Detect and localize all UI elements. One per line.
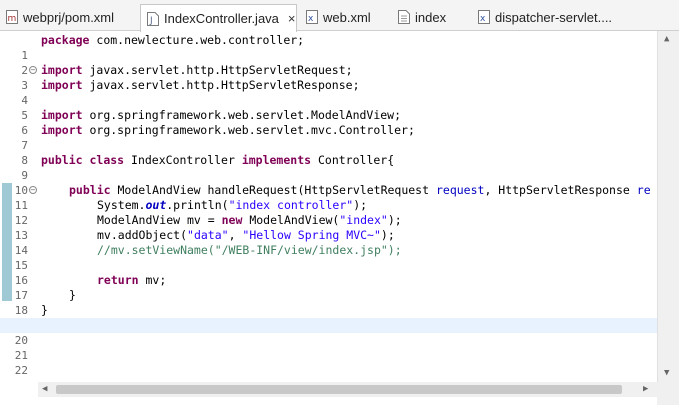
- code-line: 13 ModelAndView mv = new ModelAndView("i…: [14, 213, 402, 242]
- code-line: 15 //mv.setViewName("/WEB-INF/view/index…: [14, 243, 402, 272]
- scroll-corner: [657, 382, 679, 405]
- scroll-up-icon[interactable]: ▲: [664, 35, 669, 44]
- code-line: 1 package com.newlecture.web.controller;: [21, 33, 305, 62]
- code-line: 22: [14, 364, 28, 377]
- code-line: 4 import javax.servlet.http.HttpServletR…: [21, 78, 360, 107]
- close-tab-icon[interactable]: ×: [288, 12, 296, 25]
- svg-text:x: x: [480, 14, 486, 24]
- tab-label: webprj/pom.xml: [23, 9, 115, 25]
- fold-collapse-icon[interactable]: −: [29, 186, 37, 194]
- text-file-icon: [398, 10, 410, 24]
- maven-pom-file-icon: m: [6, 10, 18, 24]
- code-line: 6 import org.springframework.web.servlet…: [21, 108, 402, 137]
- editor-tab-bar: m webprj/pom.xml J IndexController.java …: [0, 0, 679, 32]
- code-line: 3 − import javax.servlet.http.HttpServle…: [21, 63, 353, 92]
- java-file-icon: J: [147, 11, 159, 26]
- code-line: 11 − public ModelAndView handleRequest(H…: [14, 183, 651, 212]
- scroll-left-icon[interactable]: ◀: [42, 385, 47, 394]
- vertical-scrollbar[interactable]: ▲ ▼: [657, 31, 679, 383]
- horizontal-scroll-thumb[interactable]: [56, 385, 622, 394]
- code-line: 17 return mv;: [14, 273, 167, 302]
- tab-label: IndexController.java: [164, 11, 279, 26]
- tab-label: index: [415, 9, 447, 25]
- code-line: 5: [21, 109, 28, 122]
- tab-dispatcher-servlet[interactable]: x dispatcher-servlet....: [472, 3, 632, 31]
- code-line: 21: [14, 349, 28, 362]
- code-line: 8: [21, 154, 28, 167]
- current-code-line: 20: [0, 318, 657, 347]
- code-line: 9 public class IndexController implement…: [21, 153, 395, 182]
- code-line: 12 System.out.println("index controller"…: [14, 198, 368, 227]
- tab-pom-xml[interactable]: m webprj/pom.xml: [0, 3, 130, 31]
- tab-index[interactable]: index: [392, 3, 472, 31]
- code-editor[interactable]: 1 package com.newlecture.web.controller;…: [0, 31, 679, 380]
- tab-label: dispatcher-servlet....: [495, 9, 613, 25]
- code-line: 18 }: [14, 288, 76, 317]
- code-line: 7 import org.springframework.web.servlet…: [21, 123, 415, 152]
- tab-label: web.xml: [323, 9, 371, 25]
- svg-text:J: J: [149, 16, 153, 26]
- scroll-right-icon[interactable]: ▶: [643, 385, 648, 394]
- svg-text:x: x: [308, 14, 314, 24]
- svg-text:m: m: [8, 14, 17, 24]
- xml-file-icon: x: [478, 10, 490, 24]
- code-line: 16: [14, 274, 28, 287]
- xml-file-icon: x: [306, 10, 318, 24]
- scroll-down-icon[interactable]: ▼: [664, 369, 669, 378]
- code-line: 19 }: [15, 303, 48, 332]
- code-line: 14 mv.addObject("data", "Hellow Spring M…: [14, 228, 395, 257]
- tab-index-controller-java[interactable]: J IndexController.java ×: [140, 4, 297, 32]
- horizontal-scrollbar[interactable]: ◀ ▶: [38, 382, 657, 397]
- fold-collapse-icon[interactable]: −: [29, 66, 37, 74]
- tab-web-xml[interactable]: x web.xml: [300, 3, 390, 31]
- code-line: 2: [21, 64, 28, 77]
- code-line: 10: [14, 184, 28, 197]
